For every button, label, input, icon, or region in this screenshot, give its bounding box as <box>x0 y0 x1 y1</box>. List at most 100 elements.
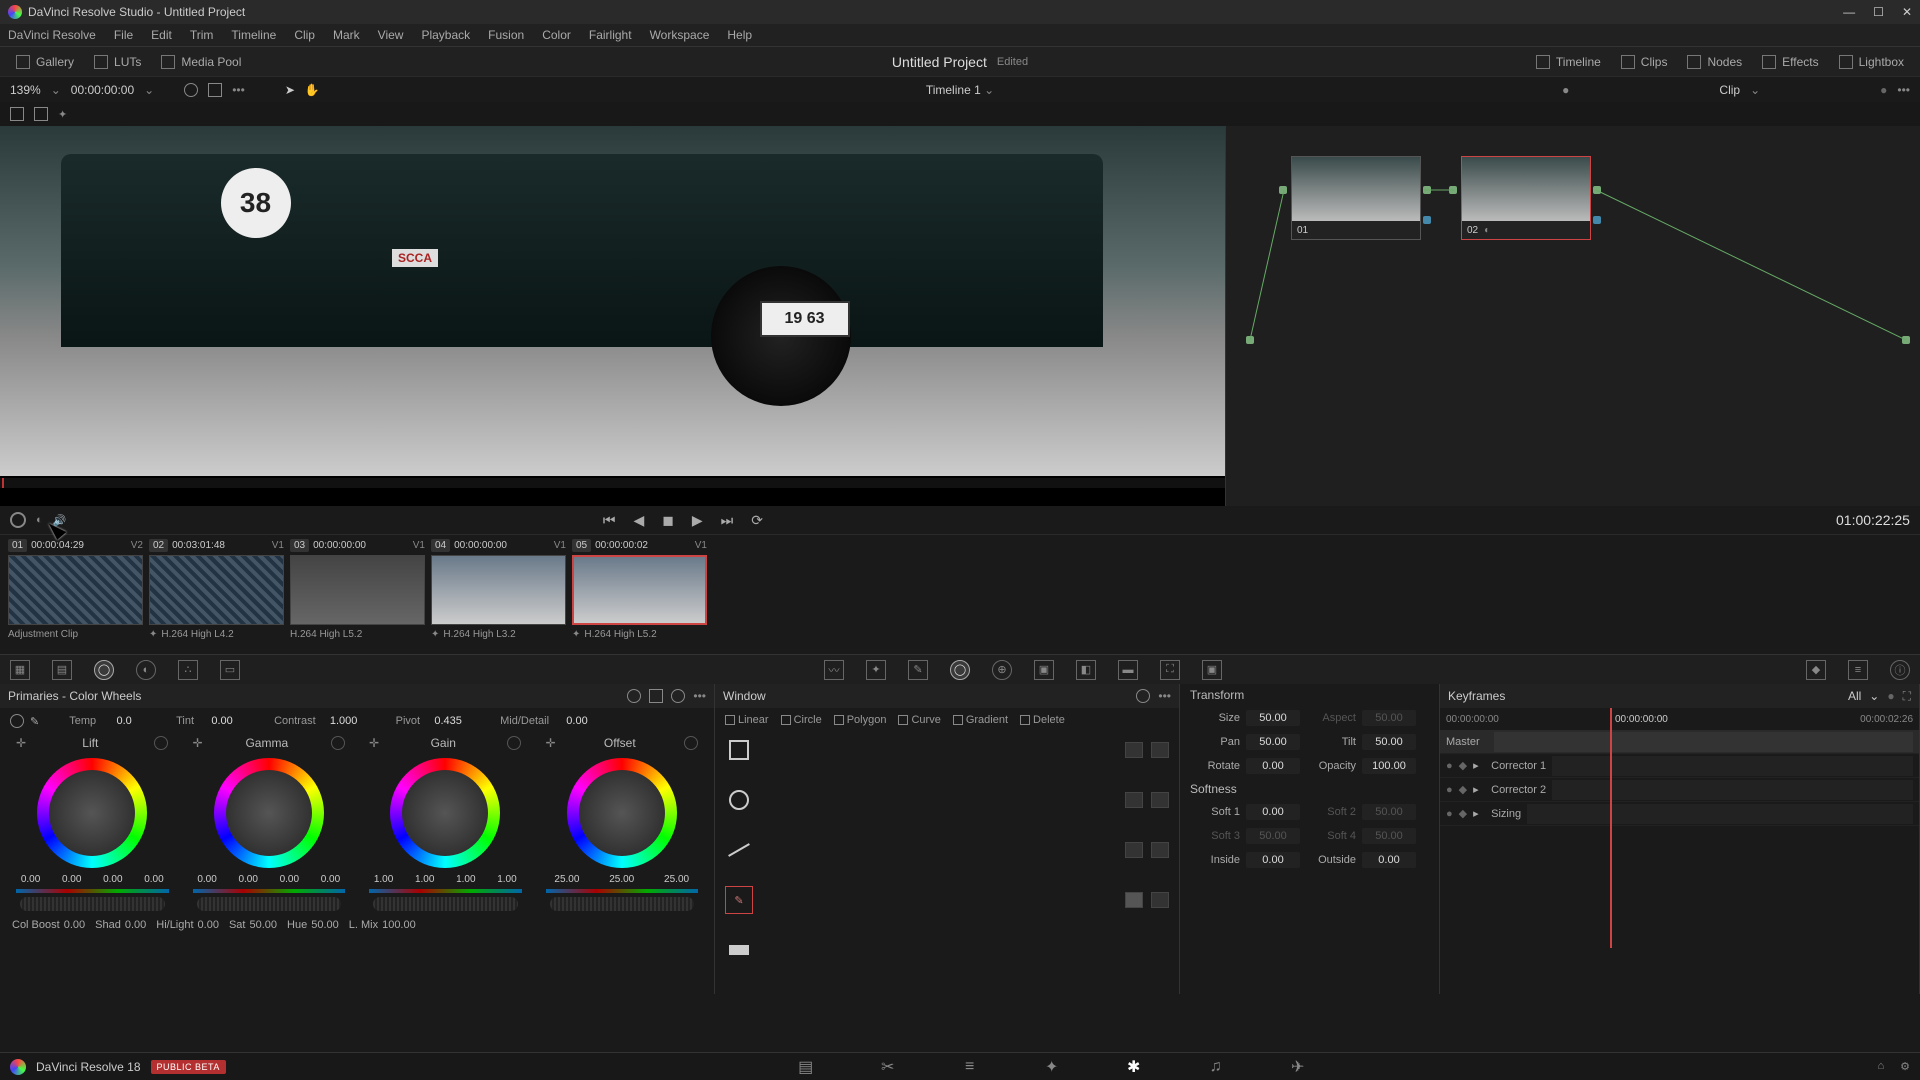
primaries-menu-icon[interactable]: ••• <box>693 689 706 703</box>
viewer-timecode[interactable]: 00:00:00:00 <box>71 83 134 97</box>
node-alpha-out-icon[interactable] <box>1423 216 1431 224</box>
wheel-value[interactable]: 0.00 <box>321 874 340 885</box>
win-mask-icon[interactable] <box>1125 892 1143 908</box>
win-invert-icon[interactable] <box>1151 742 1169 758</box>
menu-workspace[interactable]: Workspace <box>650 28 710 42</box>
wheel-picker-icon[interactable]: ✛ <box>16 736 26 750</box>
3d-icon[interactable]: ▣ <box>1202 660 1222 680</box>
loop-icon[interactable] <box>10 512 26 528</box>
hdr-wheels-icon[interactable]: ◐ <box>136 660 156 680</box>
node-01[interactable]: 01 <box>1291 156 1421 240</box>
wheel-value[interactable]: 0.00 <box>238 874 257 885</box>
kf-expand-icon[interactable]: ▸ <box>1473 807 1485 820</box>
adjust-contrast-value[interactable]: 1.000 <box>322 715 366 727</box>
trk-value[interactable]: 50.00 <box>1362 734 1416 750</box>
bars-mode-icon[interactable] <box>649 689 663 703</box>
wheel-value[interactable]: 0.00 <box>197 874 216 885</box>
motion-effects-icon[interactable]: ▭ <box>220 660 240 680</box>
trk-value[interactable]: 0.00 <box>1246 852 1300 868</box>
render-cache-icon[interactable]: ◐ <box>36 514 43 526</box>
cut-page-icon[interactable]: ✂ <box>877 1058 899 1076</box>
keyframe-icon[interactable]: ◆ <box>1806 660 1826 680</box>
wheel-picker-icon[interactable]: ✛ <box>193 736 203 750</box>
adjust-temp-value[interactable]: 0.0 <box>102 715 146 727</box>
color-match-icon[interactable]: ▤ <box>52 660 72 680</box>
menu-timeline[interactable]: Timeline <box>231 28 276 42</box>
last-frame-button[interactable]: ⏭ <box>721 512 734 529</box>
menu-view[interactable]: View <box>378 28 404 42</box>
zoom-level[interactable]: 139% <box>10 83 41 97</box>
fairlight-page-icon[interactable]: ♫ <box>1205 1058 1227 1076</box>
timeline-name[interactable]: Timeline 1 <box>926 83 981 97</box>
wheel-reset-icon[interactable] <box>331 736 345 750</box>
loop-button[interactable]: ⟳ <box>751 512 763 529</box>
curves-icon[interactable]: 〰 <box>824 660 844 680</box>
graph-input-node[interactable] <box>1246 336 1254 344</box>
adjust-pivot-value[interactable]: 0.435 <box>426 715 470 727</box>
menu-clip[interactable]: Clip <box>294 28 315 42</box>
wheel-reset-icon[interactable] <box>507 736 521 750</box>
keyframe-row-corrector-1[interactable]: ●◆▸Corrector 1 <box>1440 754 1919 778</box>
viewer-tc-chevron-icon[interactable]: ⌄ <box>144 83 154 97</box>
node-graph[interactable]: 01 02 ◐ <box>1225 126 1920 506</box>
deliver-page-icon[interactable]: ✈ <box>1287 1058 1309 1076</box>
kf-expand-icon[interactable]: ▸ <box>1473 783 1485 796</box>
adj2-value[interactable]: 50.00 <box>249 919 277 931</box>
menu-fusion[interactable]: Fusion <box>488 28 524 42</box>
home-icon[interactable]: ⌂ <box>1877 1060 1884 1073</box>
menu-edit[interactable]: Edit <box>151 28 172 42</box>
win-mask-icon[interactable] <box>1125 792 1143 808</box>
node-out-icon[interactable] <box>1593 186 1601 194</box>
rgb-mixer-icon[interactable]: ∴ <box>178 660 198 680</box>
wheel-value[interactable]: 25.00 <box>609 874 634 885</box>
kf-expand-icon[interactable]: ⛶ <box>1903 689 1911 704</box>
bypass-icon[interactable] <box>184 83 198 97</box>
close-button[interactable]: ✕ <box>1902 5 1912 19</box>
node-menu-icon[interactable]: ••• <box>1897 83 1910 97</box>
viewer-scrubber[interactable] <box>0 478 1225 488</box>
kf-expand-icon[interactable]: ▸ <box>1473 759 1485 772</box>
wheel-jog[interactable] <box>550 897 695 911</box>
wheel-value[interactable]: 0.00 <box>280 874 299 885</box>
transport-timecode[interactable]: 01:00:22:25 <box>1836 512 1910 528</box>
wheel-value[interactable]: 0.00 <box>144 874 163 885</box>
wheel-picker-icon[interactable]: ✛ <box>369 736 379 750</box>
menu-file[interactable]: File <box>114 28 133 42</box>
menu-davinci-resolve[interactable]: DaVinci Resolve <box>8 28 96 42</box>
trk-value[interactable]: 100.00 <box>1362 758 1416 774</box>
wheel-reset-icon[interactable] <box>154 736 168 750</box>
win-mask-icon[interactable] <box>1125 842 1143 858</box>
keyframe-row-master[interactable]: Master <box>1440 730 1919 754</box>
arrow-tool-icon[interactable]: ➤ <box>285 83 295 97</box>
trk-value[interactable]: 50.00 <box>1246 710 1300 726</box>
prev-frame-button[interactable]: ◀ <box>633 512 644 529</box>
kf-lock-icon[interactable]: ● <box>1446 808 1453 820</box>
clip-mode-chevron-icon[interactable]: ⌄ <box>1750 83 1760 97</box>
maximize-button[interactable]: ☐ <box>1873 5 1884 19</box>
adj2-value[interactable]: 0.00 <box>125 919 146 931</box>
viewer[interactable]: 38 SCCA 19 63 <box>0 126 1225 506</box>
menu-help[interactable]: Help <box>727 28 752 42</box>
node-alpha-out-icon[interactable] <box>1593 216 1601 224</box>
wheel-value[interactable]: 1.00 <box>374 874 393 885</box>
scopes-icon[interactable]: ≡ <box>1848 660 1868 680</box>
wheels-mode-icon[interactable] <box>627 689 641 703</box>
blur-icon[interactable]: ◧ <box>1076 660 1096 680</box>
menu-fairlight[interactable]: Fairlight <box>589 28 632 42</box>
window-tool-delete[interactable]: Delete <box>1020 714 1065 726</box>
adj2-value[interactable]: 0.00 <box>64 919 85 931</box>
stop-button[interactable]: ◼ <box>662 512 674 529</box>
win-invert-icon[interactable] <box>1151 842 1169 858</box>
color-page-icon[interactable]: ✱ <box>1123 1058 1145 1076</box>
node-in-icon[interactable] <box>1279 186 1287 194</box>
wheel-reset-icon[interactable] <box>684 736 698 750</box>
win-invert-icon[interactable] <box>1151 892 1169 908</box>
wheel-value[interactable]: 1.00 <box>497 874 516 885</box>
toolbar-gallery[interactable]: Gallery <box>8 51 82 73</box>
wheel-value[interactable]: 25.00 <box>554 874 579 885</box>
window-tool-linear[interactable]: Linear <box>725 714 769 726</box>
zoom-chevron-icon[interactable]: ⌄ <box>51 83 61 97</box>
trk-value[interactable]: 0.00 <box>1362 852 1416 868</box>
window-preset-icon[interactable] <box>1136 689 1150 703</box>
clip-01[interactable]: 0100:00:04:29V2Adjustment Clip <box>8 539 143 650</box>
